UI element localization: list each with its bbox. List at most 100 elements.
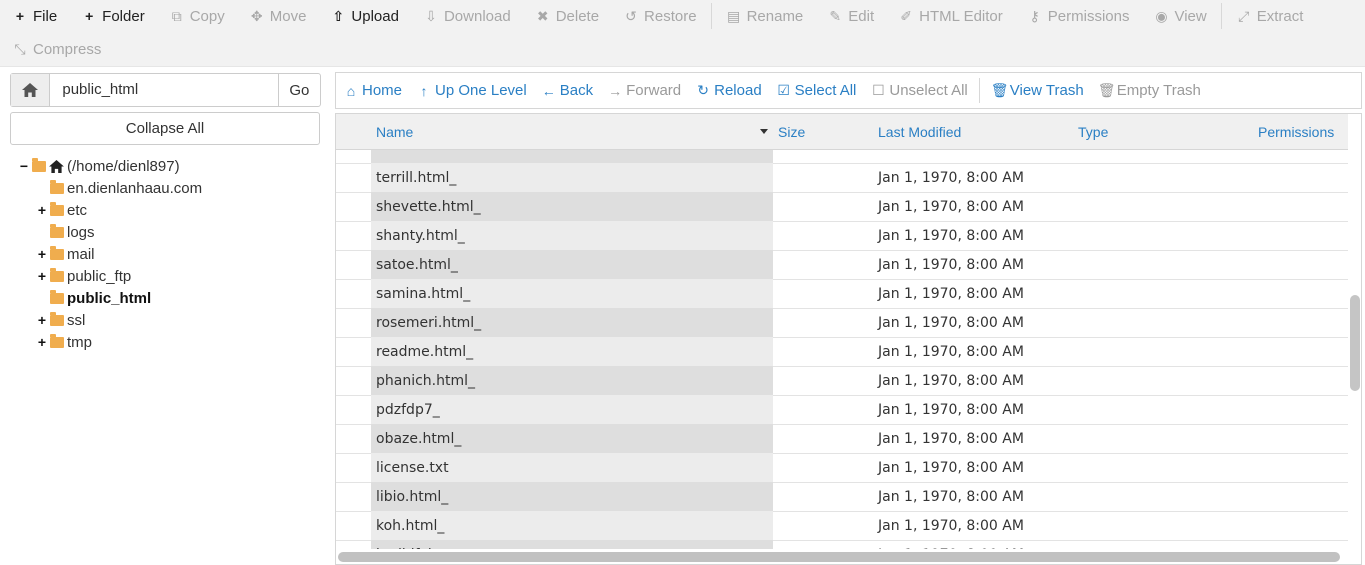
nav-up-one-level-button[interactable]: ↑ Up One Level <box>409 73 534 108</box>
toolbar-copy-label: Copy <box>189 7 225 25</box>
last-modified-cell: Jan 1, 1970, 8:00 AM <box>878 459 1024 476</box>
table-row[interactable]: koh.html_ Jan 1, 1970, 8:00 AM <box>336 511 1348 541</box>
path-input[interactable] <box>50 74 278 104</box>
go-button[interactable]: Go <box>277 74 320 106</box>
collapse-icon[interactable]: − <box>18 158 30 174</box>
toolbar-extract-button[interactable]: ⤢ Extract <box>1224 0 1316 32</box>
tree-item-ssl[interactable]: + ssl <box>36 309 85 331</box>
folder-icon <box>50 267 64 282</box>
nav-forward-button[interactable]: → Forward <box>600 73 688 108</box>
file-name-cell[interactable]: obaze.html_ <box>371 424 773 453</box>
table-row[interactable]: satoe.html_ Jan 1, 1970, 8:00 AM <box>336 250 1348 280</box>
collapse-all-button[interactable]: Collapse All <box>10 112 320 145</box>
last-modified-cell: Jan 1, 1970, 8:00 AM <box>878 198 1024 215</box>
last-modified-cell: Jan 1, 1970, 8:00 AM <box>878 343 1024 360</box>
table-row[interactable]: rosemeri.html_ Jan 1, 1970, 8:00 AM <box>336 308 1348 338</box>
table-row[interactable]: shevette.html_ Jan 1, 1970, 8:00 AM <box>336 192 1348 222</box>
nav-unselect-all-button[interactable]: ☐ Unselect All <box>863 73 974 108</box>
home-icon <box>49 159 67 173</box>
last-modified-cell: Jan 1, 1970, 8:00 AM <box>878 227 1024 244</box>
table-row[interactable]: obaze.html_ Jan 1, 1970, 8:00 AM <box>336 424 1348 454</box>
nav-reload-button[interactable]: ↻ Reload <box>688 73 769 108</box>
nav-empty-trash-label: Empty Trash <box>1116 82 1201 99</box>
vertical-scrollbar-thumb[interactable] <box>1350 295 1360 391</box>
column-header-type[interactable]: Type <box>1078 114 1108 149</box>
nav-home-button[interactable]: ⌂ Home <box>336 73 409 108</box>
toolbar-file-button[interactable]: + File <box>0 0 69 32</box>
tree-item-en-dienlanhaau-com[interactable]: en.dienlanhaau.com <box>36 177 202 199</box>
file-name-cell[interactable]: libio.html_ <box>371 482 773 511</box>
toolbar-copy-button[interactable]: ⧉ Copy <box>157 0 237 32</box>
nav-back-button[interactable]: ← Back <box>534 73 600 108</box>
file-name-cell[interactable]: terrill.html_ <box>371 163 773 192</box>
file-name-cell[interactable]: shanty.html_ <box>371 221 773 250</box>
column-header-permissions[interactable]: Permissions <box>1258 114 1334 149</box>
table-row[interactable]: phanich.html_ Jan 1, 1970, 8:00 AM <box>336 366 1348 396</box>
toolbar-restore-button[interactable]: ↺ Restore <box>611 0 709 32</box>
column-header-last-modified[interactable]: Last Modified <box>878 114 961 149</box>
toolbar-move-button[interactable]: ✥ Move <box>237 0 319 32</box>
tree-item-etc[interactable]: + etc <box>36 199 87 221</box>
tree-item-public-ftp[interactable]: + public_ftp <box>36 265 131 287</box>
file-list-table: Name Size Last Modified Type Permissions… <box>335 113 1362 565</box>
toolbar-html-editor-button[interactable]: ✐ HTML Editor <box>886 0 1015 32</box>
column-header-name[interactable]: Name <box>376 114 413 149</box>
file-name-cell[interactable]: license.txt <box>371 453 773 482</box>
file-name-cell[interactable]: phanich.html_ <box>371 366 773 395</box>
tree-item-public-html[interactable]: public_html <box>36 287 151 309</box>
toolbar-permissions-button[interactable]: ⚷ Permissions <box>1015 0 1142 32</box>
file-name-cell[interactable]: shevette.html_ <box>371 192 773 221</box>
trash-icon: 🗑 <box>990 82 1009 98</box>
toolbar-download-button[interactable]: ⇩ Download <box>411 0 523 32</box>
last-modified-cell: Jan 1, 1970, 8:00 AM <box>878 285 1024 302</box>
toolbar-rename-button[interactable]: ▤ Rename <box>714 0 816 32</box>
file-name-cell[interactable]: koh.html_ <box>371 511 773 540</box>
table-row[interactable] <box>336 150 1348 164</box>
path-home-button[interactable] <box>11 74 51 106</box>
key-icon: ⚷ <box>1029 7 1040 24</box>
tree-item-label: logs <box>67 223 95 241</box>
expand-icon[interactable]: + <box>36 312 48 328</box>
toolbar-rename-label: Rename <box>746 7 804 25</box>
last-modified-cell: Jan 1, 1970, 8:00 AM <box>878 517 1024 534</box>
tree-item-tmp[interactable]: + tmp <box>36 331 92 353</box>
toolbar-upload-button[interactable]: ⇧ Upload <box>318 0 411 32</box>
table-row[interactable]: terrill.html_ Jan 1, 1970, 8:00 AM <box>336 163 1348 193</box>
plus-icon: + <box>15 8 25 24</box>
nav-empty-trash-button[interactable]: 🗑 Empty Trash <box>1091 73 1208 108</box>
expand-icon[interactable]: + <box>36 268 48 284</box>
file-name-cell[interactable]: pdzfdp7_ <box>371 395 773 424</box>
sort-descending-icon <box>760 129 768 134</box>
table-row[interactable]: pdzfdp7_ Jan 1, 1970, 8:00 AM <box>336 395 1348 425</box>
expand-icon[interactable]: + <box>36 246 48 262</box>
table-row[interactable]: libio.html_ Jan 1, 1970, 8:00 AM <box>336 482 1348 512</box>
toolbar-edit-button[interactable]: ✎ Edit <box>815 0 886 32</box>
tree-item-mail[interactable]: + mail <box>36 243 95 265</box>
toolbar-delete-button[interactable]: ✖ Delete <box>523 0 611 32</box>
table-row[interactable]: shanty.html_ Jan 1, 1970, 8:00 AM <box>336 221 1348 251</box>
nav-view-trash-button[interactable]: 🗑 View Trash <box>984 73 1091 108</box>
checkbox-checked-icon: ☑ <box>777 82 790 98</box>
tree-item-logs[interactable]: logs <box>36 221 95 243</box>
expand-icon[interactable]: + <box>36 334 48 350</box>
table-row[interactable]: license.txt Jan 1, 1970, 8:00 AM <box>336 453 1348 483</box>
column-header-size[interactable]: Size <box>778 114 805 149</box>
file-name-cell[interactable]: readme.html_ <box>371 337 773 366</box>
table-row[interactable]: samina.html_ Jan 1, 1970, 8:00 AM <box>336 279 1348 309</box>
horizontal-scrollbar-thumb[interactable] <box>338 552 1340 562</box>
expand-icon[interactable]: + <box>36 202 48 218</box>
nav-select-all-button[interactable]: ☑ Select All <box>769 73 864 108</box>
file-name-cell[interactable]: satoe.html_ <box>371 250 773 279</box>
last-modified-cell: Jan 1, 1970, 8:00 AM <box>878 488 1024 505</box>
toolbar-view-button[interactable]: ◉ View <box>1141 0 1218 32</box>
toolbar-folder-label: Folder <box>102 7 145 25</box>
file-name-cell[interactable] <box>371 150 773 163</box>
table-row[interactable]: readme.html_ Jan 1, 1970, 8:00 AM <box>336 337 1348 367</box>
nav-home-label: Home <box>362 82 403 99</box>
file-name-cell[interactable]: samina.html_ <box>371 279 773 308</box>
tree-item-label: en.dienlanhaau.com <box>67 179 203 197</box>
tree-root[interactable]: − (/home/dienl897) <box>18 155 180 177</box>
toolbar-folder-button[interactable]: + Folder <box>69 0 157 32</box>
toolbar-compress-button[interactable]: ⤡ Compress <box>0 33 113 65</box>
file-name-cell[interactable]: rosemeri.html_ <box>371 308 773 337</box>
